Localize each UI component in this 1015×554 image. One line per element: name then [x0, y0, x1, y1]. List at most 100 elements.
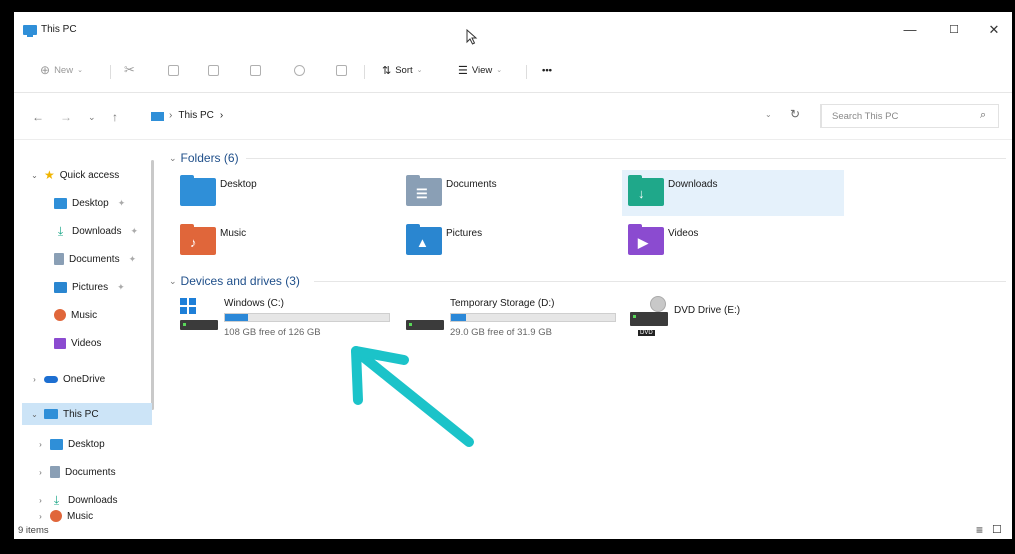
sidebar-item-label: Downloads: [68, 494, 118, 506]
tiles-view-button[interactable]: ☐: [992, 523, 1002, 536]
music-folder-icon: ♪: [180, 224, 216, 255]
sort-button[interactable]: ⇅ Sort ⌄: [382, 61, 423, 79]
share-icon: [294, 64, 305, 76]
pictures-icon: [54, 281, 67, 293]
breadcrumb-separator: ›: [169, 110, 173, 121]
sidebar-item-pc-desktop[interactable]: › Desktop: [36, 433, 105, 455]
hard-drive-icon: [406, 320, 444, 330]
divider: [246, 158, 1006, 159]
new-button[interactable]: ⊕ New ⌄: [40, 61, 83, 79]
sidebar-item-pc-downloads[interactable]: › ⤓ Downloads: [36, 489, 117, 511]
folder-label: Music: [220, 228, 247, 239]
chevron-down-icon: ⌄: [77, 67, 83, 74]
folder-tile-videos[interactable]: ▶ Videos: [622, 219, 844, 265]
sidebar-item-quick-access[interactable]: ⌄ ★ Quick access: [30, 164, 119, 186]
chevron-down-icon: ⌄: [31, 170, 38, 180]
address-bar[interactable]: › This PC › ⌄ ↻: [145, 104, 821, 128]
view-label: View: [471, 64, 493, 76]
delete-button[interactable]: [336, 61, 347, 79]
delete-icon: [336, 64, 347, 76]
folder-label: Videos: [668, 228, 699, 239]
downloads-folder-icon: ↓: [628, 175, 664, 206]
new-label: New: [54, 64, 74, 76]
chevron-down-icon: ⌄: [169, 152, 177, 163]
up-button[interactable]: ↑: [112, 110, 118, 124]
drive-label: DVD Drive (E:): [674, 305, 741, 316]
copy-button[interactable]: [168, 61, 179, 79]
drives-group-header[interactable]: ⌄ Devices and drives (3): [169, 274, 300, 288]
cloud-icon: [44, 375, 58, 383]
view-button[interactable]: ☰ View ⌄: [458, 61, 502, 79]
sidebar-item-pictures[interactable]: Pictures ✦: [54, 276, 125, 298]
details-view-button[interactable]: ≡: [976, 523, 983, 537]
refresh-button[interactable]: ↻: [790, 107, 800, 121]
pictures-folder-icon: ▲: [406, 224, 442, 255]
folder-tile-documents[interactable]: ☰ Documents: [400, 170, 620, 216]
disc-icon: [650, 296, 666, 312]
drive-tile-d[interactable]: Temporary Storage (D:) 29.0 GB free of 3…: [404, 296, 624, 344]
search-box[interactable]: Search This PC ⌕: [821, 104, 999, 128]
cut-button[interactable]: ✂: [124, 61, 135, 79]
drive-tile-e[interactable]: DVD DVD Drive (E:): [628, 296, 828, 344]
recent-locations-button[interactable]: ⌄: [88, 112, 96, 123]
share-button[interactable]: [294, 61, 305, 79]
drive-label: Windows (C:): [224, 298, 285, 309]
sidebar-item-this-pc[interactable]: ⌄ This PC: [30, 403, 99, 425]
maximize-button[interactable]: ☐: [944, 22, 964, 38]
download-icon: ⤓: [57, 223, 64, 238]
documents-icon: [54, 253, 64, 265]
dvd-badge: DVD: [638, 330, 655, 336]
window-title: This PC: [41, 24, 77, 35]
paste-button[interactable]: [208, 61, 219, 79]
desktop-icon: [54, 197, 67, 209]
folders-group-header[interactable]: ⌄ Folders (6): [169, 151, 239, 165]
view-icon: ☰: [458, 64, 468, 77]
star-icon: ★: [44, 168, 55, 182]
close-button[interactable]: ✕: [984, 22, 1004, 38]
download-icon: ⤓: [53, 492, 60, 507]
sidebar-item-pc-documents[interactable]: › Documents: [36, 461, 116, 483]
group-title: Folders (6): [180, 151, 239, 165]
chevron-down-icon: ⌄: [496, 67, 503, 74]
minimize-button[interactable]: —: [900, 22, 920, 38]
sidebar-scrollbar[interactable]: [151, 160, 154, 410]
sidebar-item-label: This PC: [63, 408, 99, 420]
rename-button[interactable]: [250, 61, 261, 79]
sidebar-item-label: Downloads: [72, 225, 122, 237]
drive-tile-c[interactable]: Windows (C:) 108 GB free of 126 GB: [178, 296, 398, 344]
drive-usage-fill: [451, 314, 466, 321]
windows-logo-icon: [180, 298, 196, 314]
folder-label: Desktop: [220, 179, 257, 190]
folder-tile-desktop[interactable]: Desktop: [174, 170, 394, 216]
sidebar-item-label: Documents: [69, 253, 120, 265]
drive-free-space: 29.0 GB free of 31.9 GB: [450, 327, 552, 338]
divider: [526, 65, 527, 79]
sidebar-item-desktop[interactable]: Desktop ✦: [54, 192, 125, 214]
folder-tile-pictures[interactable]: ▲ Pictures: [400, 219, 620, 265]
folder-tile-music[interactable]: ♪ Music: [174, 219, 394, 265]
desktop-icon: [50, 438, 63, 450]
pin-icon: ✦: [117, 197, 126, 208]
pin-icon: ✦: [117, 281, 125, 292]
divider: [110, 65, 111, 79]
search-placeholder: Search This PC: [832, 111, 899, 122]
breadcrumb-separator[interactable]: ›: [220, 110, 223, 121]
item-count: 9 items: [18, 525, 49, 536]
more-options-button[interactable]: •••: [542, 61, 552, 79]
sidebar-item-onedrive[interactable]: › OneDrive: [30, 368, 105, 390]
sidebar-item-music[interactable]: Music: [54, 304, 97, 326]
sidebar-item-downloads[interactable]: ⤓ Downloads ✦: [54, 220, 138, 242]
forward-button[interactable]: →: [60, 110, 72, 124]
back-button[interactable]: ←: [32, 110, 44, 124]
folder-tile-downloads[interactable]: ↓ Downloads: [622, 170, 844, 216]
divider: [364, 65, 365, 79]
annotation-arrow-icon: [351, 346, 474, 447]
folder-label: Documents: [446, 179, 497, 190]
address-dropdown-button[interactable]: ⌄: [765, 110, 772, 119]
sidebar-item-documents[interactable]: Documents ✦: [54, 248, 136, 270]
sidebar-item-videos[interactable]: Videos: [54, 332, 101, 354]
breadcrumb-this-pc[interactable]: This PC: [178, 110, 214, 121]
chevron-down-icon: ⌄: [416, 67, 423, 74]
drive-label: Temporary Storage (D:): [450, 298, 555, 309]
sidebar-item-label: Quick access: [59, 169, 120, 181]
